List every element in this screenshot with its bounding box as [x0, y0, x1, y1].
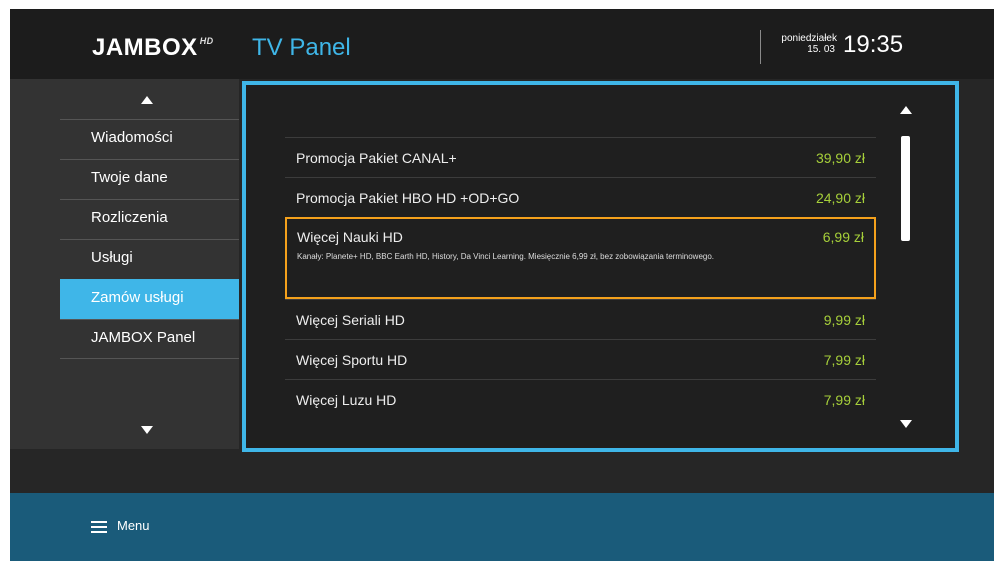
sidebar: Wiadomości Twoje dane Rozliczenia Usługi…: [10, 79, 239, 449]
services-panel: Promocja Pakiet CANAL+ 39,90 zł Promocja…: [242, 81, 959, 452]
sidebar-item-uslugi[interactable]: Usługi: [60, 239, 239, 279]
service-row[interactable]: Promocja Pakiet CANAL+ 39,90 zł: [285, 137, 876, 177]
date-label: 15. 03: [807, 44, 835, 55]
hamburger-icon[interactable]: [91, 521, 107, 533]
service-row[interactable]: Więcej Seriali HD 9,99 zł: [285, 299, 876, 339]
service-price: 7,99 zł: [823, 392, 865, 408]
jambox-logo: JAMBOX HD: [92, 34, 214, 61]
sidebar-scroll-down-icon[interactable]: [141, 426, 153, 434]
header-divider: [760, 30, 761, 64]
service-name: Więcej Seriali HD: [296, 312, 405, 328]
service-name: Więcej Sportu HD: [296, 352, 408, 368]
sidebar-item-zamow-uslugi[interactable]: Zamów usługi: [60, 279, 239, 319]
service-price: 24,90 zł: [815, 190, 865, 206]
menu-button[interactable]: Menu: [117, 518, 150, 533]
clock: 19:35: [843, 31, 904, 58]
sidebar-item-rozliczenia[interactable]: Rozliczenia: [60, 199, 239, 239]
scroll-up-icon[interactable]: [900, 106, 912, 114]
service-name: Więcej Luzu HD: [296, 392, 397, 408]
sidebar-menu: Wiadomości Twoje dane Rozliczenia Usługi…: [60, 119, 239, 359]
tv-screen: JAMBOX HD TV Panel poniedziałek 15. 03 19…: [10, 9, 994, 561]
footer-bar: Menu: [10, 493, 994, 561]
service-name: Więcej Nauki HD: [297, 229, 403, 245]
sidebar-scroll-up-icon[interactable]: [141, 96, 153, 104]
service-row[interactable]: Więcej Sportu HD 7,99 zł: [285, 339, 876, 379]
header-bar: JAMBOX HD TV Panel poniedziałek 15. 03 19…: [10, 9, 994, 79]
sidebar-item-jambox-panel[interactable]: JAMBOX Panel: [60, 319, 239, 359]
services-list: Promocja Pakiet CANAL+ 39,90 zł Promocja…: [285, 137, 876, 419]
day-label: poniedziałek: [781, 33, 837, 44]
sidebar-item-wiadomosci[interactable]: Wiadomości: [60, 119, 239, 159]
date-display: poniedziałek 15. 03: [762, 33, 837, 55]
scroll-down-icon[interactable]: [900, 420, 912, 428]
service-name: Promocja Pakiet HBO HD +OD+GO: [296, 190, 520, 206]
sidebar-item-twoje-dane[interactable]: Twoje dane: [60, 159, 239, 199]
service-name: Promocja Pakiet CANAL+: [296, 150, 457, 166]
service-row[interactable]: Promocja Pakiet HBO HD +OD+GO 24,90 zł: [285, 177, 876, 217]
service-row-selected[interactable]: Więcej Nauki HD 6,99 zł Kanały: Planete+…: [285, 217, 876, 299]
service-price: 39,90 zł: [815, 150, 865, 166]
scrollbar-thumb[interactable]: [901, 136, 910, 241]
page-title: TV Panel: [252, 34, 351, 61]
service-price: 7,99 zł: [823, 352, 865, 368]
service-price: 6,99 zł: [822, 229, 864, 245]
service-price: 9,99 zł: [823, 312, 865, 328]
service-row[interactable]: Więcej Luzu HD 7,99 zł: [285, 379, 876, 419]
service-description: Kanały: Planete+ HD, BBC Earth HD, Histo…: [297, 252, 715, 261]
